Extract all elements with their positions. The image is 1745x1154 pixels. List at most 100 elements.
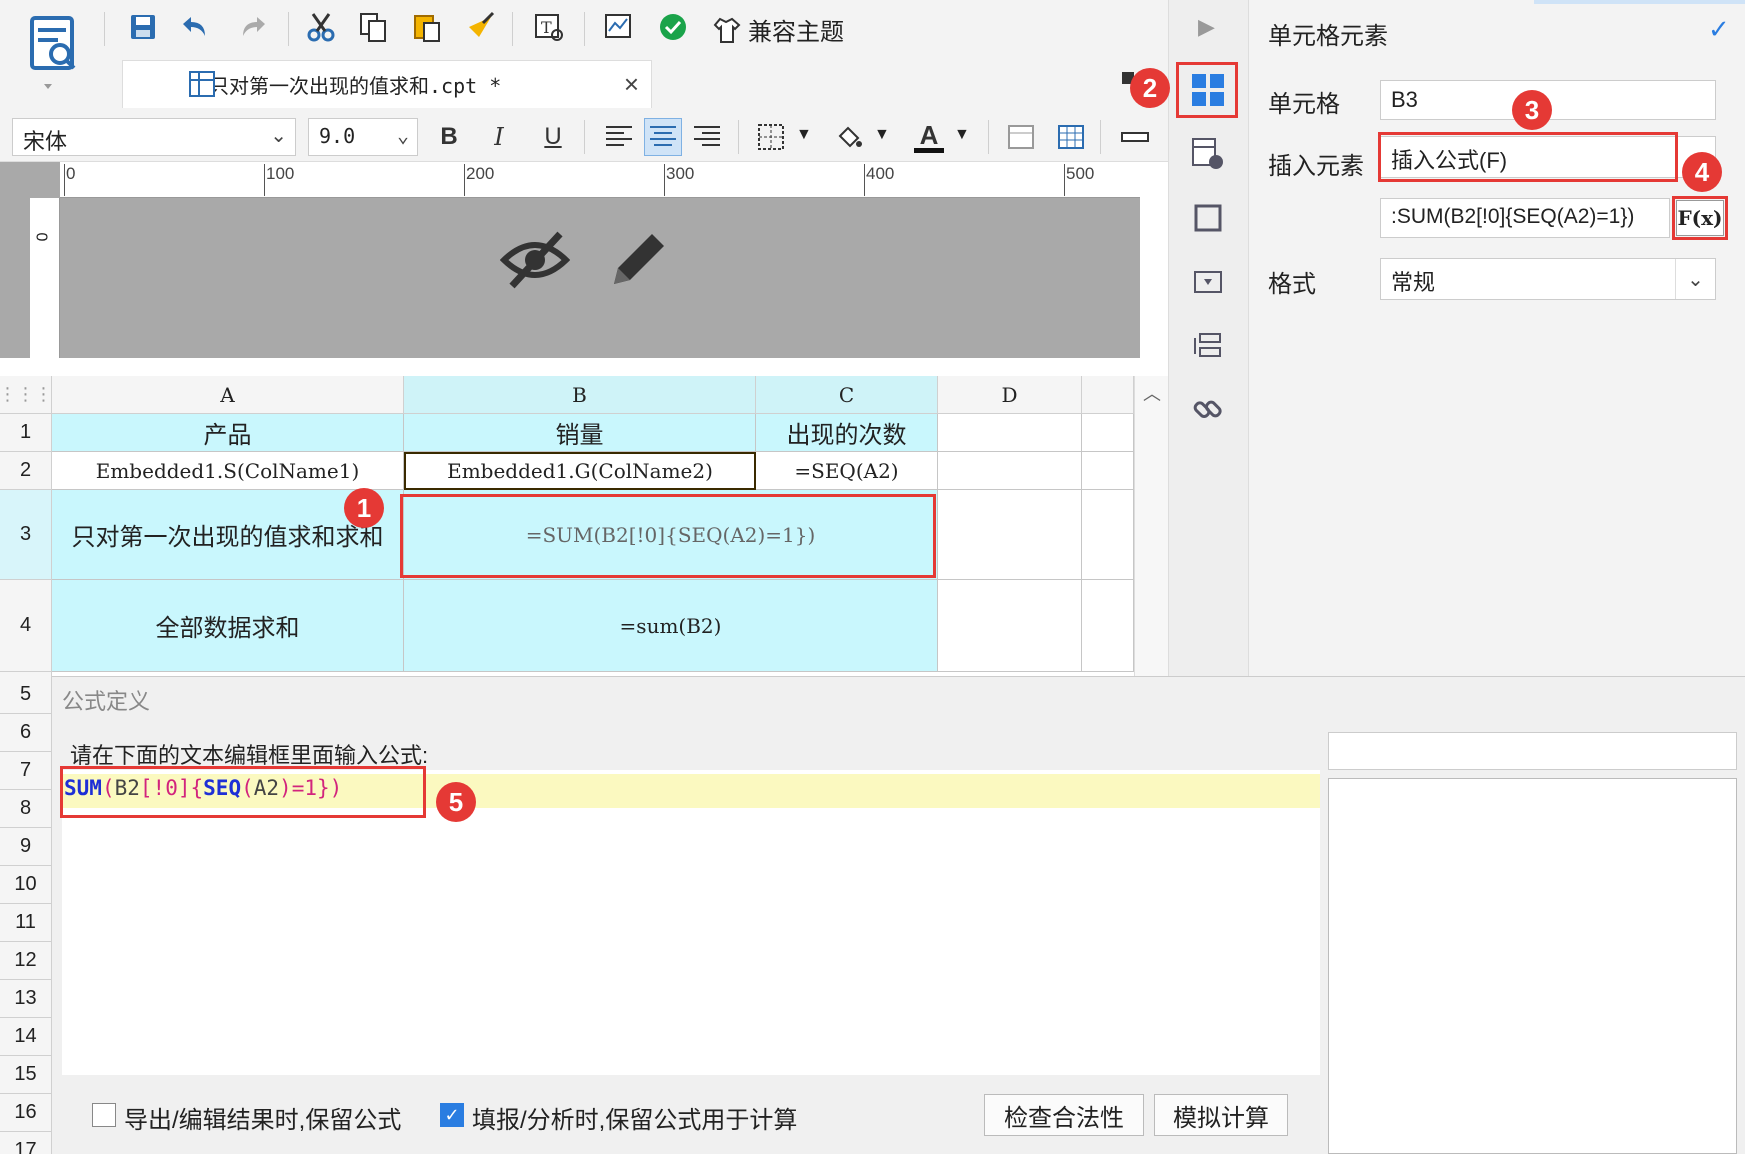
row-header[interactable]: 4 bbox=[0, 580, 52, 672]
cell-b2[interactable]: Embedded1.G(ColName2) bbox=[404, 452, 756, 490]
cell-c2[interactable]: =SEQ(A2) bbox=[756, 452, 938, 490]
row-header[interactable]: 10 bbox=[0, 866, 52, 904]
cell-e4[interactable] bbox=[1082, 580, 1134, 672]
row-header[interactable]: 9 bbox=[0, 828, 52, 866]
text-color-swatch bbox=[914, 147, 944, 153]
copy-icon[interactable] bbox=[356, 10, 390, 44]
function-search-input[interactable] bbox=[1328, 732, 1737, 770]
text-preview-icon[interactable]: T bbox=[532, 10, 566, 44]
row-header[interactable]: 5 bbox=[0, 676, 52, 714]
align-right-icon[interactable] bbox=[688, 118, 726, 156]
tab-file-label: 只对第一次出现的值求和.cpt * bbox=[209, 74, 502, 98]
row-header[interactable]: 17 bbox=[0, 1132, 52, 1154]
bold-button[interactable]: B bbox=[430, 118, 468, 156]
tab-file[interactable]: 只对第一次出现的值求和.cpt * × bbox=[122, 60, 652, 108]
theme-button[interactable]: 兼容主题 bbox=[712, 12, 844, 47]
column-header-a[interactable]: A bbox=[52, 376, 404, 414]
cell-b1[interactable]: 销量 bbox=[404, 414, 756, 452]
check-circle-icon[interactable] bbox=[656, 10, 690, 44]
formula-text-input[interactable]: :SUM(B2[!0]{SEQ(A2)=1}) bbox=[1380, 198, 1670, 238]
expand-arrow-icon[interactable]: ▶ bbox=[1198, 14, 1215, 40]
designer-logo-icon[interactable] bbox=[24, 12, 84, 92]
keep-formula-calc-checkbox[interactable]: ✓ bbox=[440, 1103, 464, 1127]
redo-icon[interactable] bbox=[236, 10, 270, 44]
cell-e2[interactable] bbox=[1082, 452, 1134, 490]
row-header[interactable]: 7 bbox=[0, 752, 52, 790]
row-header[interactable]: 8 bbox=[0, 790, 52, 828]
save-icon[interactable] bbox=[126, 10, 160, 44]
select-all-corner[interactable]: ⋮⋮⋮ bbox=[0, 376, 53, 414]
widget-icon[interactable] bbox=[1188, 262, 1228, 302]
cell-e3[interactable] bbox=[1082, 490, 1134, 580]
text-color-button[interactable]: A bbox=[910, 118, 948, 156]
align-center-icon[interactable] bbox=[644, 118, 682, 156]
table-icon[interactable] bbox=[1052, 118, 1090, 156]
panel-title: 单元格元素 bbox=[1268, 23, 1388, 50]
row-header[interactable]: 12 bbox=[0, 942, 52, 980]
confirm-check-icon[interactable]: ✓ bbox=[1708, 14, 1730, 45]
cell-e1[interactable] bbox=[1082, 414, 1134, 452]
row-header[interactable]: 3 bbox=[0, 490, 52, 580]
cell-d1[interactable] bbox=[938, 414, 1082, 452]
border-icon[interactable] bbox=[752, 118, 790, 156]
column-header-c[interactable]: C bbox=[756, 376, 938, 414]
merge-cells-icon[interactable] bbox=[1116, 118, 1154, 156]
paste-icon[interactable] bbox=[410, 10, 444, 44]
row-header[interactable]: 15 bbox=[0, 1056, 52, 1094]
validate-button[interactable]: 检查合法性 bbox=[984, 1094, 1144, 1136]
italic-button[interactable]: I bbox=[480, 118, 518, 156]
cell-a1[interactable]: 产品 bbox=[52, 414, 404, 452]
horizontal-ruler bbox=[60, 162, 1140, 198]
font-size-select[interactable]: 9.0 ⌄ bbox=[308, 118, 418, 156]
cell-a4[interactable]: 全部数据求和 bbox=[52, 580, 404, 672]
fill-color-icon[interactable] bbox=[830, 118, 868, 156]
cell-d4[interactable] bbox=[938, 580, 1082, 672]
cell-b4[interactable]: =sum(B2) bbox=[404, 580, 938, 672]
undo-icon[interactable] bbox=[178, 10, 212, 44]
text-color-label: A bbox=[919, 119, 939, 150]
keep-formula-export-label: 导出/编辑结果时,保留公式 bbox=[124, 1107, 402, 1134]
simulate-button[interactable]: 模拟计算 bbox=[1154, 1094, 1288, 1136]
row-header[interactable]: 11 bbox=[0, 904, 52, 942]
cell-attribute-icon[interactable] bbox=[1188, 134, 1228, 174]
row-header[interactable]: 13 bbox=[0, 980, 52, 1018]
row-header[interactable]: 1 bbox=[0, 414, 52, 452]
align-left-icon[interactable] bbox=[600, 118, 638, 156]
chevron-down-icon[interactable]: ▼ bbox=[874, 126, 890, 144]
cut-icon[interactable] bbox=[304, 10, 338, 44]
cell-style-icon[interactable] bbox=[1002, 118, 1040, 156]
format-painter-icon[interactable] bbox=[462, 10, 496, 44]
row-header[interactable]: 16 bbox=[0, 1094, 52, 1132]
format-select[interactable]: 常规 ⌄ bbox=[1380, 258, 1716, 300]
border-frame-icon[interactable] bbox=[1188, 198, 1228, 238]
cell-c1[interactable]: 出现的次数 bbox=[756, 414, 938, 452]
chevron-down-icon[interactable]: ▼ bbox=[796, 126, 812, 144]
cell-d2[interactable] bbox=[938, 452, 1082, 490]
ruler-tick-label: 0 bbox=[32, 232, 50, 242]
highlight-box-cell-element bbox=[1176, 62, 1238, 118]
row-header[interactable]: 6 bbox=[0, 714, 52, 752]
hyperlink-icon[interactable] bbox=[1188, 390, 1228, 430]
underline-button[interactable]: U bbox=[534, 118, 572, 156]
column-header-b[interactable]: B bbox=[404, 376, 756, 414]
condition-attribute-icon[interactable] bbox=[1188, 326, 1228, 366]
function-list[interactable] bbox=[1328, 778, 1737, 1154]
toolbar-divider bbox=[584, 120, 585, 154]
column-header-e[interactable] bbox=[1082, 376, 1134, 414]
theme-label: 兼容主题 bbox=[748, 19, 844, 46]
insert-element-label: 插入元素 bbox=[1268, 153, 1364, 180]
font-family-select[interactable]: 宋体 ⌄ bbox=[12, 118, 296, 156]
chevron-down-icon[interactable]: ▼ bbox=[954, 126, 970, 144]
row-header[interactable]: 2 bbox=[0, 452, 52, 490]
column-header-d[interactable]: D bbox=[938, 376, 1082, 414]
row-header[interactable]: 14 bbox=[0, 1018, 52, 1056]
chevron-up-icon[interactable]: ︿ bbox=[1143, 380, 1161, 406]
close-icon[interactable]: × bbox=[624, 69, 639, 100]
edit-pencil-icon[interactable] bbox=[604, 224, 674, 299]
vertical-scrollbar[interactable]: ︿ bbox=[1134, 376, 1168, 676]
keep-formula-export-checkbox[interactable] bbox=[92, 1103, 116, 1127]
hidden-eye-icon[interactable] bbox=[499, 224, 571, 299]
chart-preview-icon[interactable] bbox=[602, 10, 636, 44]
cell-d3[interactable] bbox=[938, 490, 1082, 580]
cell-a2[interactable]: Embedded1.S(ColName1) bbox=[52, 452, 404, 490]
